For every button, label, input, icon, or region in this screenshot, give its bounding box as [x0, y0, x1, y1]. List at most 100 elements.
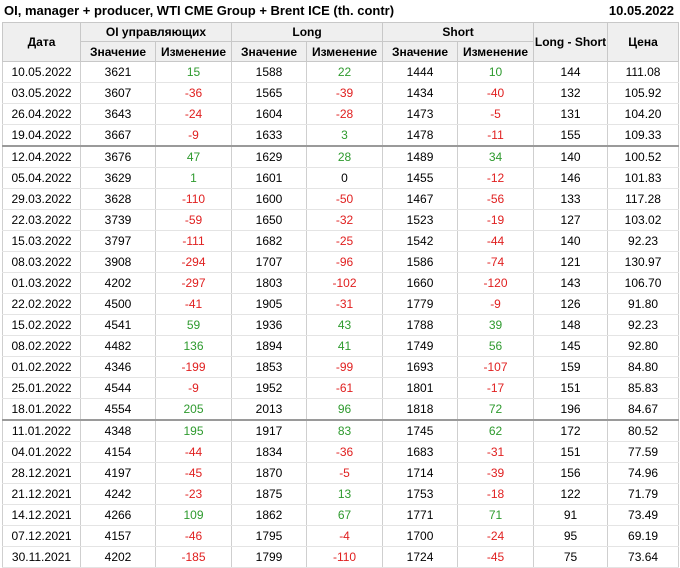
cell-long-value: 1894	[231, 335, 308, 357]
cell-short-change: 10	[457, 61, 535, 83]
col-oi-value-header: Значение	[80, 41, 156, 62]
cell-long-value: 1600	[231, 188, 308, 210]
cell-oi-change: -24	[154, 103, 233, 125]
cell-price: 130.97	[607, 251, 680, 273]
cell-oi-value: 3667	[80, 124, 156, 147]
cell-long-change: -28	[306, 103, 384, 125]
cell-short-change: -107	[457, 356, 535, 378]
cell-long-short: 196	[533, 398, 609, 421]
cell-date: 10.05.2022	[2, 61, 81, 83]
cell-price: 103.02	[607, 209, 680, 231]
cell-long-value: 1853	[231, 356, 308, 378]
col-date-header: Дата	[2, 22, 81, 62]
cell-oi-value: 4202	[80, 546, 156, 568]
cell-long-change: -5	[306, 462, 384, 484]
cell-price: 92.23	[607, 314, 680, 336]
cell-long-value: 1834	[231, 441, 308, 463]
cell-date: 25.01.2022	[2, 377, 81, 399]
col-oi-change-header: Изменение	[154, 41, 233, 62]
cell-short-value: 1444	[382, 61, 459, 83]
cell-price: 84.67	[607, 398, 680, 421]
cell-date: 08.03.2022	[2, 251, 81, 273]
cell-long-short: 151	[533, 377, 609, 399]
cell-oi-value: 3629	[80, 167, 156, 189]
cell-oi-change: -46	[154, 525, 233, 547]
table-row: 29.03.2022 3628 -110 1600 -50 1467 -56 133 117.2…	[2, 188, 680, 210]
cell-long-change: 22	[306, 61, 384, 83]
cell-price: 105.92	[607, 82, 680, 104]
cell-date: 26.04.2022	[2, 103, 81, 125]
cell-date: 21.12.2021	[2, 483, 81, 505]
cell-long-short: 143	[533, 272, 609, 294]
cell-long-short: 145	[533, 335, 609, 357]
cell-short-value: 1749	[382, 335, 459, 357]
cell-short-value: 1714	[382, 462, 459, 484]
cell-oi-change: -199	[154, 356, 233, 378]
table-row: 04.01.2022 4154 -44 1834 -36 1683 -31 151 77.59	[2, 441, 680, 463]
cell-date: 29.03.2022	[2, 188, 81, 210]
cell-long-value: 1917	[231, 419, 308, 442]
cell-long-value: 1870	[231, 462, 308, 484]
table-row: 11.01.2022 4348 195 1917 83 1745 62 172 80.52	[2, 419, 680, 442]
cell-long-value: 1650	[231, 209, 308, 231]
cell-long-short: 133	[533, 188, 609, 210]
cell-price: 69.19	[607, 525, 680, 547]
table-row: 03.05.2022 3607 -36 1565 -39 1434 -40 132 105.92	[2, 82, 680, 104]
cell-oi-value: 3739	[80, 209, 156, 231]
cell-oi-value: 4154	[80, 441, 156, 463]
col-long-group-header: Long	[231, 22, 384, 42]
cell-oi-value: 3643	[80, 103, 156, 125]
cell-price: 104.20	[607, 103, 680, 125]
cell-short-change: -9	[457, 293, 535, 315]
cell-long-change: -4	[306, 525, 384, 547]
table-row: 22.03.2022 3739 -59 1650 -32 1523 -19 127 103.02	[2, 209, 680, 231]
cell-short-value: 1724	[382, 546, 459, 568]
col-long-short-header: Long - Short	[533, 22, 609, 62]
report-date: 10.05.2022	[608, 3, 674, 18]
cell-short-value: 1542	[382, 230, 459, 252]
cell-oi-value: 4541	[80, 314, 156, 336]
cell-long-short: 151	[533, 441, 609, 463]
cell-price: 84.80	[607, 356, 680, 378]
cell-oi-change: 59	[154, 314, 233, 336]
cell-long-short: 148	[533, 314, 609, 336]
cell-oi-value: 4482	[80, 335, 156, 357]
cell-short-value: 1745	[382, 419, 459, 442]
cell-oi-value: 4348	[80, 419, 156, 442]
table-row: 10.05.2022 3621 15 1588 22 1444 10 144 111.08	[2, 61, 680, 83]
cell-long-value: 1952	[231, 377, 308, 399]
cell-price: 91.80	[607, 293, 680, 315]
cell-oi-change: -9	[154, 124, 233, 147]
cell-long-value: 1905	[231, 293, 308, 315]
cell-short-change: -12	[457, 167, 535, 189]
cell-oi-value: 4346	[80, 356, 156, 378]
cell-oi-change: 195	[154, 419, 233, 442]
cell-long-change: 28	[306, 145, 384, 168]
cell-long-short: 146	[533, 167, 609, 189]
table-body: 10.05.2022 3621 15 1588 22 1444 10 144 111.08 03.…	[2, 61, 680, 568]
table-row: 08.03.2022 3908 -294 1707 -96 1586 -74 121 130.9…	[2, 251, 680, 273]
cell-long-change: -99	[306, 356, 384, 378]
cell-short-change: 56	[457, 335, 535, 357]
cell-short-change: -31	[457, 441, 535, 463]
cell-oi-value: 3607	[80, 82, 156, 104]
col-short-value-header: Значение	[382, 41, 459, 62]
cell-date: 15.02.2022	[2, 314, 81, 336]
cell-long-change: 13	[306, 483, 384, 505]
cell-long-value: 1936	[231, 314, 308, 336]
cell-oi-change: -44	[154, 441, 233, 463]
cell-long-change: -110	[306, 546, 384, 568]
cell-long-short: 95	[533, 525, 609, 547]
cell-short-value: 1753	[382, 483, 459, 505]
cell-short-value: 1779	[382, 293, 459, 315]
cell-price: 92.80	[607, 335, 680, 357]
cell-long-value: 1862	[231, 504, 308, 526]
cell-oi-value: 3621	[80, 61, 156, 83]
table-row: 30.11.2021 4202 -185 1799 -110 1724 -45 75 73.64	[2, 546, 680, 568]
cell-short-change: -44	[457, 230, 535, 252]
cell-short-change: -120	[457, 272, 535, 294]
cell-short-value: 1489	[382, 145, 459, 168]
cell-short-value: 1523	[382, 209, 459, 231]
cell-date: 01.03.2022	[2, 272, 81, 294]
cell-long-short: 127	[533, 209, 609, 231]
